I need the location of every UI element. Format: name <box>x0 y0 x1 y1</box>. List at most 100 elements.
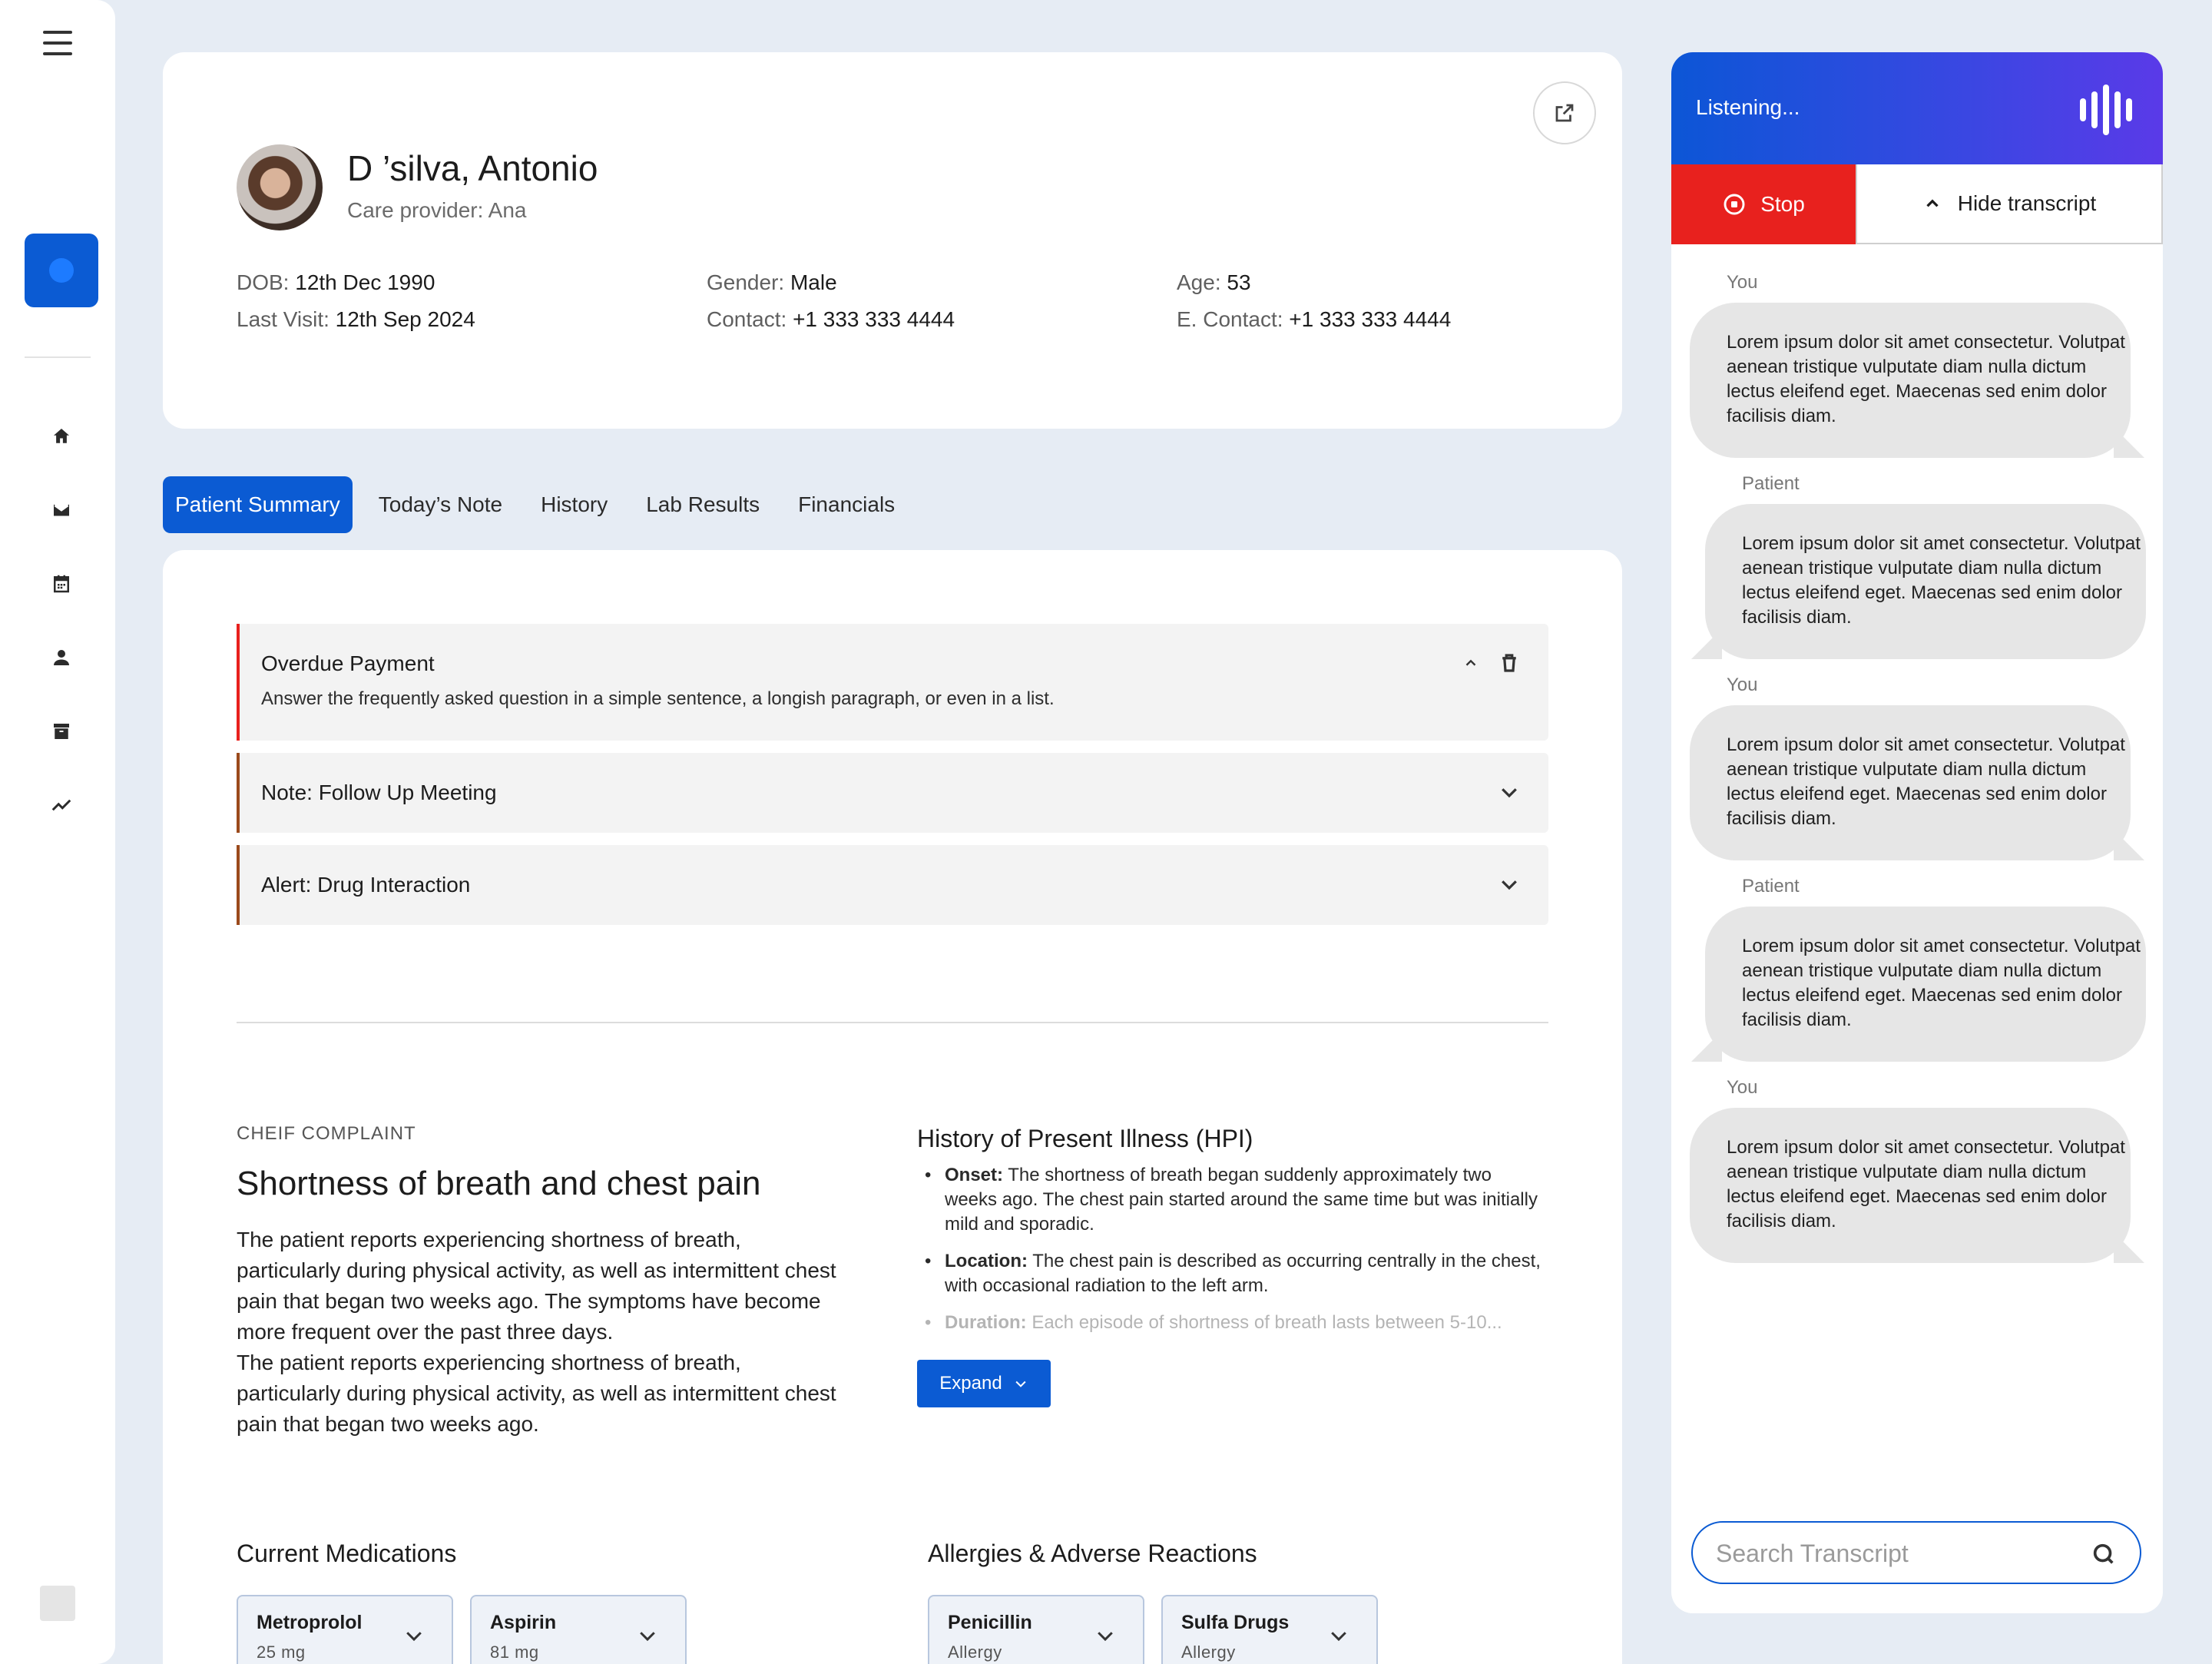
accordion-follow-up-meeting[interactable]: Note: Follow Up Meeting <box>237 753 1548 833</box>
stop-label: Stop <box>1760 192 1805 216</box>
tab-history[interactable]: History <box>528 476 620 533</box>
search-input[interactable] <box>1716 1535 2077 1572</box>
hpi-item-text: The chest pain is described as occurring… <box>945 1251 1541 1296</box>
hpi-item-text: The shortness of breath began suddenly a… <box>945 1165 1538 1235</box>
speaker-label: Patient <box>1742 876 1800 897</box>
allergy-name: Penicillin <box>948 1612 1032 1633</box>
allergy-chip[interactable]: Penicillin Allergy <box>928 1595 1144 1664</box>
hpi-item-label: Onset: <box>945 1165 1004 1185</box>
allergy-chip[interactable]: Sulfa Drugs Allergy <box>1161 1595 1378 1664</box>
hide-transcript-label: Hide transcript <box>1957 191 2097 215</box>
patient-info-col-1: DOB: 12th Dec 1990 Last Visit: 12th Sep … <box>237 264 475 338</box>
speaker-label: You <box>1727 1077 1758 1098</box>
medications-title: Current Medications <box>237 1540 457 1567</box>
medication-chip[interactable]: Metroprolol 25 mg <box>237 1595 453 1664</box>
hpi-list: Onset: The shortness of breath began sud… <box>917 1163 1547 1347</box>
accordion-title: Alert: Drug Interaction <box>261 873 471 897</box>
econtact-value: +1 333 333 4444 <box>1289 307 1452 331</box>
patient-info-col-3: Age: 53 E. Contact: +1 333 333 4444 <box>1177 264 1451 338</box>
trash-icon[interactable] <box>1498 651 1521 675</box>
trend-icon[interactable] <box>43 787 80 824</box>
last-visit-value: 12th Sep 2024 <box>335 307 475 331</box>
sidebar <box>0 0 115 1664</box>
chief-complaint-paragraph: The patient reports experiencing shortne… <box>237 1351 836 1436</box>
gender-label: Gender: <box>707 270 785 294</box>
accordion-drug-interaction[interactable]: Alert: Drug Interaction <box>237 845 1548 925</box>
patient-tabs: Patient Summary Today’s Note History Lab… <box>163 476 921 533</box>
speaker-label: Patient <box>1742 473 1800 494</box>
accordion-overdue-payment[interactable]: Overdue Payment Answer the frequently as… <box>237 624 1548 741</box>
user-avatar-placeholder[interactable] <box>40 1586 75 1621</box>
transcript-search <box>1691 1521 2141 1584</box>
transcript-message: Lorem ipsum dolor sit amet consectetur. … <box>1690 705 2131 860</box>
transcript-panel: Listening... Stop Hide transcript You Lo… <box>1671 52 2163 1613</box>
chevron-down-icon <box>406 1632 422 1642</box>
econtact-label: E. Contact: <box>1177 307 1283 331</box>
archive-icon[interactable] <box>43 713 80 750</box>
patient-summary-panel: Overdue Payment Answer the frequently as… <box>163 550 1622 1664</box>
hide-transcript-button[interactable]: Hide transcript <box>1856 164 2163 244</box>
accordion-accent-bar <box>237 753 240 833</box>
search-icon[interactable] <box>2091 1541 2117 1567</box>
hpi-item-text: Each episode of shortness of breath last… <box>1031 1312 1502 1333</box>
calendar-icon[interactable] <box>43 565 80 602</box>
chevron-down-icon <box>640 1632 655 1642</box>
medication-chip[interactable]: Aspirin 81 mg <box>470 1595 687 1664</box>
patient-info-col-2: Gender: Male Contact: +1 333 333 4444 <box>707 264 955 338</box>
menu-icon[interactable] <box>38 28 77 58</box>
dob-label: DOB: <box>237 270 290 294</box>
tab-todays-note[interactable]: Today’s Note <box>366 476 515 533</box>
chevron-up-icon[interactable] <box>1462 655 1479 671</box>
transcript-header: Listening... <box>1671 52 2163 164</box>
expand-button[interactable]: Expand <box>917 1360 1051 1407</box>
audio-wave-icon <box>2080 85 2132 135</box>
section-divider <box>237 1022 1548 1023</box>
allergy-type: Allergy <box>1181 1642 1236 1662</box>
age-label: Age: <box>1177 270 1221 294</box>
expand-label: Expand <box>939 1373 1002 1394</box>
hpi-title: History of Present Illness (HPI) <box>917 1125 1253 1152</box>
medication-name: Aspirin <box>490 1612 557 1633</box>
allergies-title: Allergies & Adverse Reactions <box>928 1540 1257 1567</box>
hpi-item-label: Duration: <box>945 1312 1027 1333</box>
tab-lab-results[interactable]: Lab Results <box>634 476 772 533</box>
external-link-icon <box>1555 104 1574 122</box>
chevron-down-icon[interactable] <box>1498 873 1521 896</box>
chief-complaint-label: CHEIF COMPLAINT <box>237 1123 416 1144</box>
transcript-message: Lorem ipsum dolor sit amet consectetur. … <box>1705 907 2146 1062</box>
chevron-down-icon <box>1331 1632 1346 1642</box>
tab-financials[interactable]: Financials <box>786 476 907 533</box>
gender-value: Male <box>790 270 837 294</box>
hpi-item-label: Location: <box>945 1251 1028 1271</box>
hpi-item: Onset: The shortness of breath began sud… <box>917 1163 1547 1237</box>
transcript-message: Lorem ipsum dolor sit amet consectetur. … <box>1690 1108 2131 1263</box>
hpi-item: Duration: Each episode of shortness of b… <box>917 1311 1547 1335</box>
medication-dose: 25 mg <box>257 1642 306 1662</box>
speaker-label: You <box>1727 272 1758 293</box>
age-value: 53 <box>1227 270 1251 294</box>
allergy-type: Allergy <box>948 1642 1002 1662</box>
stop-button[interactable]: Stop <box>1671 164 1856 244</box>
accordion-body: Answer the frequently asked question in … <box>261 688 1055 709</box>
mail-icon[interactable] <box>43 492 80 529</box>
home-icon[interactable] <box>43 418 80 455</box>
chief-complaint-paragraph: The patient reports experiencing shortne… <box>237 1228 836 1344</box>
patient-name: D ’silva, Antonio <box>347 148 598 188</box>
person-icon[interactable] <box>43 639 80 676</box>
last-visit-label: Last Visit: <box>237 307 329 331</box>
app-logo-button[interactable] <box>25 234 98 307</box>
chevron-down-icon[interactable] <box>1498 781 1521 804</box>
transcript-message: Lorem ipsum dolor sit amet consectetur. … <box>1705 504 2146 659</box>
allergy-name: Sulfa Drugs <box>1181 1612 1290 1633</box>
tab-patient-summary[interactable]: Patient Summary <box>163 476 353 533</box>
accordion-accent-bar <box>237 845 240 925</box>
accordion-title: Note: Follow Up Meeting <box>261 781 497 804</box>
chevron-down-icon <box>1098 1632 1113 1642</box>
transcript-message: Lorem ipsum dolor sit amet consectetur. … <box>1690 303 2131 458</box>
accordion-title: Overdue Payment <box>261 651 435 675</box>
open-external-button[interactable] <box>1533 81 1596 144</box>
accordion-controls <box>1462 651 1521 675</box>
chief-complaint-title: Shortness of breath and chest pain <box>237 1165 761 1202</box>
care-provider: Care provider: Ana <box>347 198 527 222</box>
accordion-controls <box>1498 781 1521 804</box>
